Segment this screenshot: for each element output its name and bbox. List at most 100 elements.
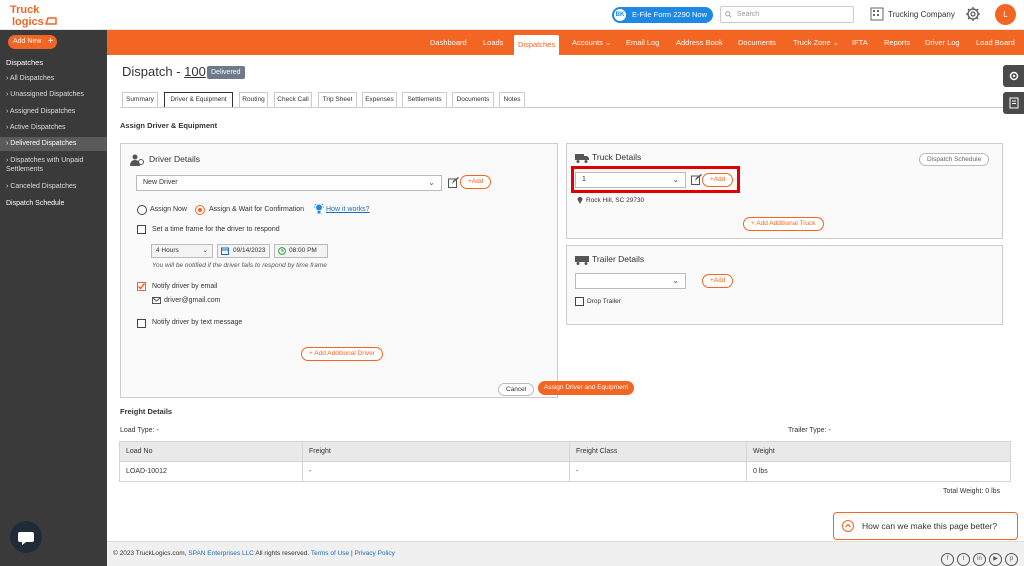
sidebar-item-dispatch-schedule[interactable]: Dispatch Schedule — [6, 200, 64, 207]
timeframe-checkbox[interactable] — [137, 225, 146, 234]
right-rail — [1003, 65, 1024, 125]
copyright-text: © 2023 TruckLogics.com, — [113, 550, 189, 557]
sidebar: Add New + Dispatches › All Dispatches › U… — [0, 30, 107, 566]
checkmark-icon — [137, 283, 146, 290]
sidebar-item-unassigned-dispatches[interactable]: › Unassigned Dispatches — [0, 90, 107, 99]
tab-documents[interactable]: Documents — [452, 92, 494, 107]
nav-email-log[interactable]: Email Log — [626, 30, 659, 55]
main-nav: Dashboard Loads Dispatches Accounts ⌄ Em… — [107, 30, 1024, 55]
efile-2290-button[interactable]: BK E-File Form 2290 Now — [612, 7, 714, 23]
add-driver-button[interactable]: +Add — [460, 175, 492, 189]
company-selector[interactable]: Trucking Company — [870, 5, 955, 24]
gear-icon[interactable] — [965, 6, 981, 22]
footer: © 2023 TruckLogics.com, SPAN Enterprises… — [107, 541, 1024, 566]
trailer-icon — [575, 256, 589, 265]
add-additional-truck-button[interactable]: + Add Additional Truck — [743, 217, 824, 231]
feedback-widget[interactable]: How can we make this page better? — [833, 512, 1018, 540]
table-row: LOAD-10012 - - 0 lbs — [119, 461, 1011, 482]
tab-summary[interactable]: Summary — [122, 92, 158, 107]
trailer-type: Trailer Type: - — [788, 427, 831, 434]
sidebar-item-unpaid-settlements[interactable]: › Dispatches with Unpaid Settlements — [0, 156, 107, 174]
driver-email: driver@gmail.com — [164, 297, 221, 304]
plus-icon: + — [47, 36, 54, 47]
nav-load-board[interactable]: Load Board — [976, 30, 1015, 55]
trucklogics-logo[interactable]: Truck logics — [8, 2, 60, 28]
tab-driver-equipment[interactable]: Driver & Equipment — [164, 92, 233, 108]
chat-bubble-icon — [18, 532, 34, 545]
nav-dashboard[interactable]: Dashboard — [430, 30, 467, 55]
sidebar-item-canceled-dispatches[interactable]: › Canceled Dispatches — [0, 182, 107, 191]
dispatch-schedule-button[interactable]: Dispatch Schedule — [919, 153, 990, 166]
edit-icon[interactable] — [448, 177, 459, 188]
cancel-button[interactable]: Cancel — [498, 383, 535, 396]
nav-ifta[interactable]: IFTA — [852, 30, 868, 55]
status-badge: Delivered — [207, 66, 245, 79]
time-input[interactable]: 08:00 PM — [274, 244, 328, 258]
tab-settlements[interactable]: Settlements — [402, 92, 447, 107]
trailer-select[interactable]: ⌄ — [575, 273, 686, 289]
assign-driver-equipment-button[interactable]: Assign Driver and Equipment — [538, 381, 635, 395]
privacy-link[interactable]: Privacy Policy — [354, 550, 394, 557]
chat-launcher[interactable] — [10, 521, 42, 553]
tab-expenses[interactable]: Expenses — [362, 92, 397, 107]
tab-trip-sheet[interactable]: Trip Sheet — [318, 92, 357, 107]
column-header: Freight — [302, 441, 570, 462]
nav-loads[interactable]: Loads — [483, 30, 503, 55]
date-input[interactable]: 09/14/2023 — [217, 244, 270, 258]
dispatch-number-link[interactable]: 100 — [184, 64, 206, 79]
sidebar-item-all-dispatches[interactable]: › All Dispatches — [0, 74, 107, 83]
right-rail-notes-button[interactable] — [1003, 92, 1024, 114]
hours-select[interactable]: 4 Hours ⌄ — [151, 244, 213, 258]
terms-link[interactable]: Terms of Use — [311, 550, 349, 557]
assign-now-label: Assign Now — [150, 206, 187, 213]
trailer-details-panel: Trailer Details ⌄ +Add Drop Trailer — [566, 245, 1003, 325]
twitter-icon[interactable]: t — [957, 553, 970, 566]
right-rail-settings-button[interactable] — [1003, 65, 1024, 87]
search-input[interactable]: Search — [720, 6, 854, 23]
chevron-down-icon: ⌄ — [672, 276, 679, 285]
sidebar-item-assigned-dispatches[interactable]: › Assigned Dispatches — [0, 107, 107, 116]
add-trailer-button[interactable]: +Add — [702, 274, 734, 288]
table-header-row: Load No Freight Freight Class Weight — [119, 441, 1011, 462]
total-weight: Total Weight: 0 lbs — [943, 488, 1001, 495]
top-bar: Truck logics BK E-File Form 2290 Now Sea… — [0, 0, 1024, 30]
nav-accounts[interactable]: Accounts ⌄ — [572, 30, 611, 55]
nav-dispatches[interactable]: Dispatches — [514, 35, 560, 55]
driver-select[interactable]: New Driver ⌄ — [136, 175, 442, 191]
notify-email-checkbox[interactable] — [137, 282, 146, 291]
nav-address-book[interactable]: Address Book — [676, 30, 723, 55]
nav-driver-log[interactable]: Driver Log — [925, 30, 960, 55]
assign-now-radio[interactable] — [137, 205, 147, 215]
sidebar-section-dispatches[interactable]: Dispatches — [6, 58, 43, 67]
youtube-icon[interactable]: ▶ — [989, 553, 1002, 566]
sidebar-item-delivered-dispatches[interactable]: › Delivered Dispatches — [0, 137, 107, 151]
company-name: Trucking Company — [888, 10, 955, 19]
nav-reports[interactable]: Reports — [884, 30, 910, 55]
add-additional-driver-button[interactable]: + Add Additional Driver — [301, 347, 383, 361]
tab-notes[interactable]: Notes — [499, 92, 525, 107]
nav-truck-zone[interactable]: Truck Zone ⌄ — [793, 30, 839, 55]
sidebar-item-active-dispatches[interactable]: › Active Dispatches — [0, 123, 107, 132]
linkedin-icon[interactable]: in — [973, 553, 986, 566]
feedback-label: How can we make this page better? — [862, 521, 998, 531]
tab-routing[interactable]: Routing — [239, 92, 268, 107]
notify-text-checkbox[interactable] — [137, 319, 146, 328]
how-it-works-link[interactable]: How it works? — [326, 206, 370, 213]
drop-trailer-label: Drop Trailer — [587, 298, 621, 305]
drop-trailer-checkbox[interactable] — [575, 297, 584, 306]
avatar[interactable]: L — [995, 4, 1016, 25]
span-enterprises-link[interactable]: SPAN Enterprises LLC — [188, 550, 254, 557]
location-pin-icon — [577, 197, 583, 204]
clock-icon — [278, 247, 286, 255]
tab-check-call[interactable]: Check Call — [274, 92, 312, 107]
add-new-button[interactable]: Add New + — [8, 35, 58, 49]
facebook-icon[interactable]: f — [941, 553, 954, 566]
column-header: Weight — [746, 441, 1011, 462]
driver-details-panel: Driver Details New Driver ⌄ +Add Assign N… — [120, 143, 558, 398]
load-type: Load Type: - — [120, 427, 159, 434]
chevron-up-icon — [842, 520, 854, 532]
pinterest-icon[interactable]: p — [1005, 553, 1018, 566]
document-icon — [1009, 97, 1018, 109]
nav-documents[interactable]: Documents — [738, 30, 776, 55]
assign-wait-radio[interactable] — [195, 205, 205, 215]
